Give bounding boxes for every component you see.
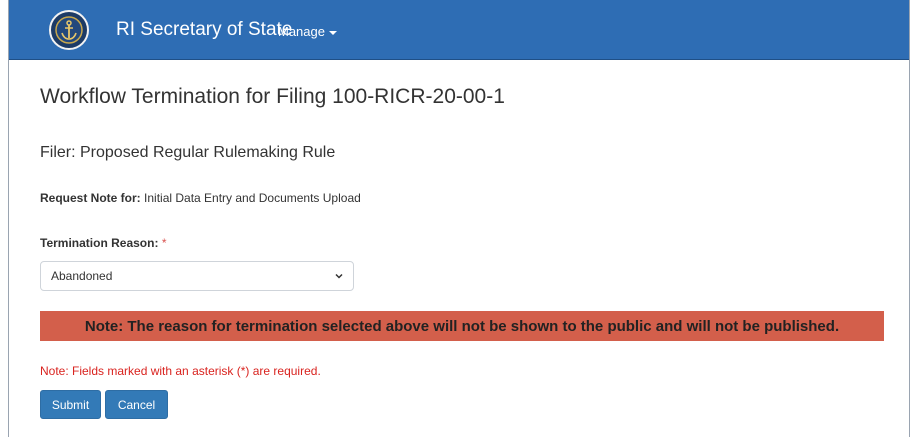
- termination-reason-label: Termination Reason: *: [40, 236, 166, 250]
- cancel-button[interactable]: Cancel: [105, 390, 168, 419]
- submit-button[interactable]: Submit: [40, 390, 101, 419]
- chevron-down-icon: [334, 270, 344, 284]
- required-asterisk: *: [161, 236, 167, 250]
- termination-reason-value: Abandoned: [51, 269, 113, 283]
- required-fields-note: Note: Fields marked with an asterisk (*)…: [40, 364, 321, 378]
- alert-text: Note: The reason for termination selecte…: [84, 317, 840, 335]
- termination-alert: Note: The reason for termination selecte…: [40, 311, 884, 341]
- request-note-label: Request Note for:: [40, 191, 141, 205]
- termination-reason-label-text: Termination Reason:: [40, 236, 159, 250]
- page-title: Workflow Termination for Filing 100-RICR…: [40, 85, 505, 108]
- termination-reason-select[interactable]: Abandoned: [40, 261, 354, 291]
- manage-label: Manage: [278, 24, 325, 39]
- caret-down-icon: [328, 30, 337, 35]
- top-navbar: RI Secretary of State Manage: [9, 0, 909, 60]
- anchor-seal-icon[interactable]: [49, 10, 89, 50]
- filer-heading: Filer: Proposed Regular Rulemaking Rule: [40, 144, 336, 161]
- request-note-value: Initial Data Entry and Documents Upload: [144, 191, 361, 205]
- request-note: Request Note for: Initial Data Entry and…: [40, 191, 361, 205]
- manage-dropdown[interactable]: Manage: [278, 24, 337, 39]
- brand-link[interactable]: RI Secretary of State: [116, 19, 292, 41]
